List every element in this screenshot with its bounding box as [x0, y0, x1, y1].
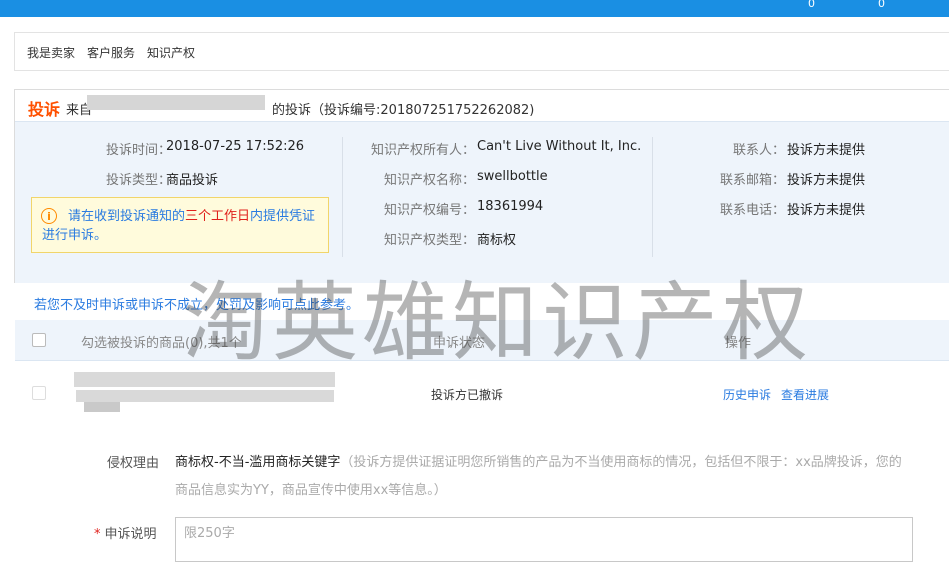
- ip-owner-value: Can't Live Without It, Inc.: [477, 139, 642, 154]
- appeal-label: * 申诉说明: [94, 523, 157, 542]
- contact-label: 联系人：: [732, 143, 785, 158]
- breadcrumb-ip[interactable]: 知识产权: [147, 44, 195, 61]
- history-appeal-link[interactable]: 历史申诉: [723, 386, 771, 403]
- time-value: 2018-07-25 17:52:26: [166, 139, 305, 154]
- reason-text: 商标权-不当-滥用商标关键字（投诉方提供证据证明您所销售的产品为不当使用商标的情…: [175, 449, 905, 505]
- row-checkbox[interactable]: [32, 386, 46, 400]
- appeal-label-text: 申诉说明: [104, 527, 157, 542]
- redacted-product-subtitle: [76, 390, 334, 402]
- ip-type-label: 知识产权类型：: [383, 233, 475, 248]
- ip-number-label: 知识产权编号：: [383, 203, 475, 218]
- col-goods: 勾选被投诉的商品(0),共1个: [81, 336, 242, 351]
- divider-2: [652, 137, 653, 257]
- time-label: 投诉时间：: [105, 143, 171, 158]
- complaint-from-suffix: 的投诉（投诉编号:201807251752262082): [272, 103, 535, 118]
- contact-value: 投诉方未提供: [787, 143, 866, 158]
- phone-label: 联系电话：: [719, 203, 785, 218]
- ip-name-value: swellbottle: [477, 169, 548, 184]
- col-status: 申诉状态: [433, 336, 486, 351]
- complaint-panel: 投诉 来自 的投诉（投诉编号:201807251752262082) 投诉时间： …: [14, 89, 949, 283]
- select-all-checkbox[interactable]: [32, 333, 46, 347]
- breadcrumb-seller[interactable]: 我是卖家: [27, 44, 75, 61]
- warning-text: 请在收到投诉通知的三个工作日内提供凭证进行申诉。: [42, 207, 324, 245]
- complaint-title: 投诉: [28, 100, 61, 119]
- required-mark: *: [94, 527, 101, 542]
- view-progress-link[interactable]: 查看进展: [781, 386, 829, 403]
- type-label: 投诉类型：: [105, 173, 171, 188]
- complaint-info: 投诉时间： 2018-07-25 17:52:26 投诉类型： 商品投诉 i 请…: [15, 121, 949, 283]
- type-value: 商品投诉: [166, 173, 219, 188]
- redacted-complainant: [87, 95, 265, 110]
- top-counter-2: 0: [878, 0, 885, 10]
- reason-main: 商标权-不当-滥用商标关键字: [175, 455, 341, 470]
- warning-pre: 请在收到投诉通知的: [68, 209, 186, 224]
- email-value: 投诉方未提供: [787, 173, 866, 188]
- email-label: 联系邮箱：: [719, 173, 785, 188]
- ip-name-label: 知识产权名称：: [383, 173, 475, 188]
- warning-emph: 三个工作日: [185, 209, 251, 224]
- penalty-notice-link[interactable]: 若您不及时申诉或申诉不成立，处罚及影响可点此参考。: [34, 294, 359, 313]
- ip-number-value: 18361994: [477, 199, 544, 214]
- goods-table-header: 勾选被投诉的商品(0),共1个 申诉状态 操作: [15, 320, 949, 361]
- complaint-header: 投诉 来自 的投诉（投诉编号:201807251752262082): [15, 90, 949, 121]
- appeal-textarea[interactable]: [175, 517, 913, 562]
- ip-type-value: 商标权: [477, 233, 517, 248]
- top-counter-1: 0: [808, 0, 815, 10]
- redacted-product-title: [74, 372, 335, 387]
- table-row: 投诉方已撤诉 历史申诉 查看进展: [15, 362, 949, 428]
- product-thumbnail[interactable]: [84, 402, 120, 412]
- breadcrumb-service[interactable]: 客户服务: [87, 44, 135, 61]
- top-bar: 0 0: [0, 0, 949, 17]
- col-action: 操作: [725, 336, 752, 351]
- phone-value: 投诉方未提供: [787, 203, 866, 218]
- row-status: 投诉方已撤诉: [431, 388, 504, 402]
- deadline-warning: i 请在收到投诉通知的三个工作日内提供凭证进行申诉。: [31, 197, 329, 253]
- divider-1: [342, 137, 343, 257]
- ip-owner-label: 知识产权所有人：: [370, 143, 475, 158]
- reason-label: 侵权理由: [107, 456, 160, 471]
- breadcrumb: 我是卖家 客户服务 知识产权: [14, 32, 949, 71]
